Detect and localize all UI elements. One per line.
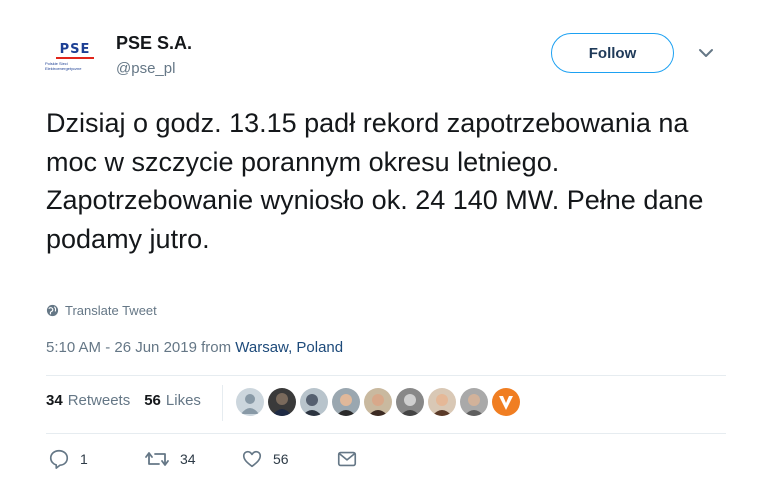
translate-label: Translate Tweet <box>65 303 157 318</box>
reply-icon <box>49 449 69 469</box>
retweet-button[interactable]: 34 <box>144 448 196 470</box>
retweet-count: 34 <box>180 451 196 467</box>
divider <box>46 433 726 434</box>
liker-avatar[interactable] <box>396 388 424 416</box>
liker-avatar[interactable] <box>332 388 360 416</box>
liker-avatar[interactable] <box>492 388 520 416</box>
liker-avatar[interactable] <box>364 388 392 416</box>
translate-tweet-link[interactable]: Translate Tweet <box>46 303 157 318</box>
account-handle[interactable]: @pse_pl <box>116 60 175 77</box>
likes-label: Likes <box>165 392 201 409</box>
retweets-count: 34 <box>46 392 63 409</box>
retweets-label: Retweets <box>67 392 131 409</box>
like-button[interactable]: 56 <box>241 448 289 470</box>
reply-button[interactable]: 1 <box>48 448 88 470</box>
brand-logo-subtext: Polskie Sieci Elektroenergetyczne <box>45 60 82 71</box>
likes-stat[interactable]: 56 Likes <box>144 392 201 409</box>
tweet-text: Dzisiaj o godz. 13.15 padł rekord zapotr… <box>46 108 704 254</box>
liker-avatar[interactable] <box>268 388 296 416</box>
likes-count: 56 <box>144 392 161 409</box>
retweet-icon <box>145 452 169 466</box>
timestamp-text[interactable]: 5:10 AM - 26 Jun 2019 from <box>46 339 235 356</box>
liker-avatar[interactable] <box>300 388 328 416</box>
liker-avatar[interactable] <box>428 388 456 416</box>
liker-avatars <box>236 388 520 416</box>
divider <box>46 375 726 376</box>
liker-avatar[interactable] <box>236 388 264 416</box>
account-name[interactable]: PSE S.A. <box>116 33 192 54</box>
globe-icon <box>46 304 59 317</box>
retweets-stat[interactable]: 34 Retweets <box>46 392 130 409</box>
liker-avatar[interactable] <box>460 388 488 416</box>
tweet-location[interactable]: Warsaw, Poland <box>235 339 343 356</box>
follow-button[interactable]: Follow <box>551 33 674 73</box>
stats-separator <box>222 385 223 421</box>
heart-icon <box>242 450 262 468</box>
reply-count: 1 <box>80 451 88 467</box>
chevron-down-icon[interactable] <box>697 47 715 59</box>
action-bar: 1 34 56 <box>48 448 448 472</box>
tweet-card: PSE Polskie Sieci Elektroenergetyczne PS… <box>0 0 765 496</box>
brand-logo-underline <box>56 56 94 59</box>
engagement-stats: 34 Retweets 56 Likes <box>46 392 201 409</box>
brand-logo-text: PSE <box>59 41 91 57</box>
tweet-timestamp: 5:10 AM - 26 Jun 2019 from Warsaw, Polan… <box>46 339 343 356</box>
avatar[interactable]: PSE Polskie Sieci Elektroenergetyczne <box>45 30 105 84</box>
direct-message-button[interactable] <box>336 448 358 470</box>
message-icon <box>337 451 357 467</box>
like-count: 56 <box>273 451 289 467</box>
